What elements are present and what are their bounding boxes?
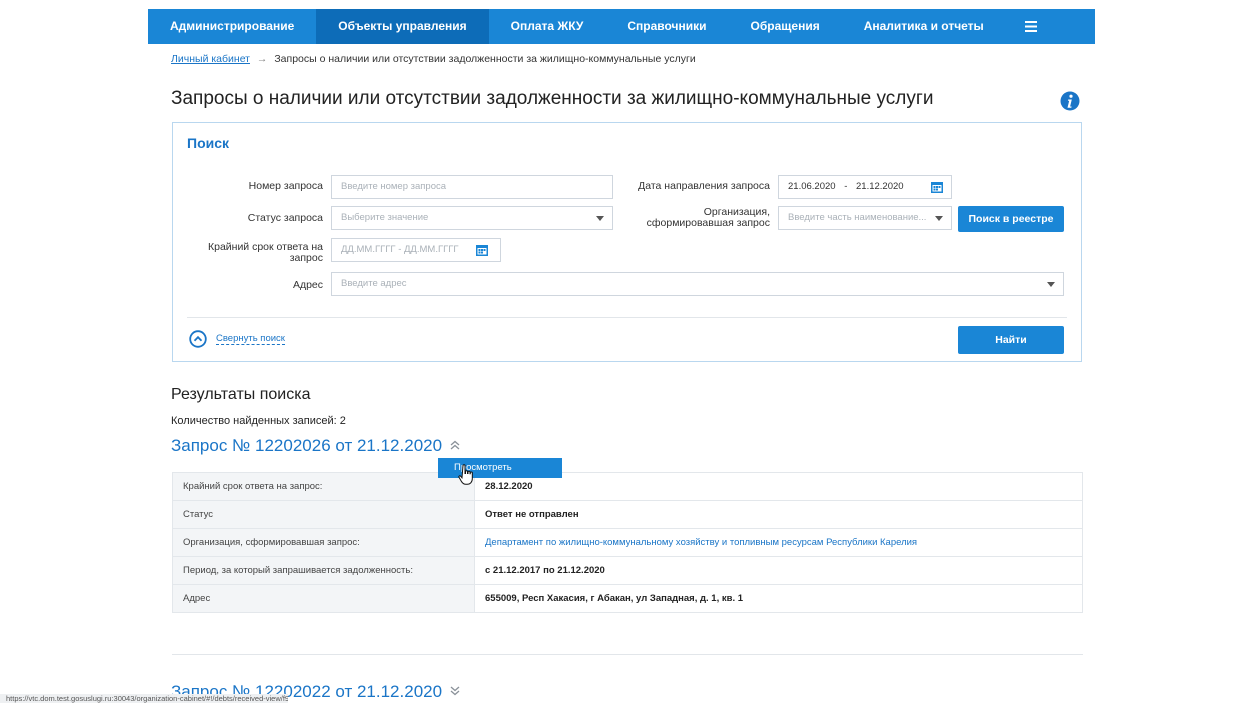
- address-placeholder: Введите адрес: [341, 278, 407, 289]
- detail-key: Период, за который запрашивается задолже…: [172, 556, 475, 585]
- table-row: Статус Ответ не отправлен: [172, 500, 1083, 529]
- search-panel-title: Поиск: [187, 135, 230, 151]
- status-placeholder: Выберите значение: [341, 212, 429, 223]
- organization-select[interactable]: Введите часть наименование...: [778, 206, 952, 230]
- nav-administration[interactable]: Администрирование: [148, 9, 316, 44]
- info-icon[interactable]: [1060, 91, 1080, 111]
- request-number-placeholder: Введите номер запроса: [341, 181, 447, 192]
- request-details-table: Крайний срок ответа на запрос: 28.12.202…: [172, 472, 1083, 613]
- breadcrumb-separator: →: [256, 53, 268, 65]
- table-row: Крайний срок ответа на запрос: 28.12.202…: [172, 472, 1083, 501]
- results-separator: [172, 654, 1083, 655]
- collapse-search-label: Свернуть поиск: [216, 333, 285, 345]
- hamburger-icon[interactable]: [1014, 21, 1048, 32]
- top-navigation: Администрирование Объекты управления Опл…: [0, 0, 1241, 46]
- deadline-label: Крайний срок ответа на запрос: [207, 241, 323, 264]
- date-to: 21.12.2020: [856, 181, 904, 192]
- request-number-input[interactable]: Введите номер запроса: [331, 175, 613, 199]
- collapse-search-toggle[interactable]: Свернуть поиск: [189, 330, 285, 348]
- status-label: Статус запроса: [247, 212, 323, 224]
- status-select[interactable]: Выберите значение: [331, 206, 613, 230]
- find-button[interactable]: Найти: [958, 326, 1064, 354]
- breadcrumb: Личный кабинет → Запросы о наличии или о…: [171, 53, 696, 65]
- results-count: Количество найденных записей: 2: [171, 415, 346, 427]
- detail-value: 28.12.2020: [474, 472, 1083, 501]
- address-input[interactable]: Введите адрес: [331, 272, 1064, 296]
- browser-status-url: https://vtc.dom.test.gosuslugi.ru:30043/…: [0, 694, 288, 703]
- nav-payment[interactable]: Оплата ЖКУ: [489, 9, 606, 44]
- detail-key: Организация, сформировавшая запрос:: [172, 528, 475, 557]
- detail-key: Крайний срок ответа на запрос:: [172, 472, 475, 501]
- table-row: Период, за который запрашивается задолже…: [172, 556, 1083, 585]
- double-chevron-down-icon[interactable]: [449, 685, 461, 697]
- chevron-down-icon: [596, 216, 604, 221]
- nav-directories[interactable]: Справочники: [605, 9, 728, 44]
- organization-label: Организация, сформировавшая запрос: [646, 206, 770, 229]
- detail-value: 655009, Респ Хакасия, г Абакан, ул Запад…: [474, 584, 1083, 613]
- detail-key: Статус: [172, 500, 475, 529]
- date-sep: -: [844, 181, 848, 192]
- detail-value: Ответ не отправлен: [474, 500, 1083, 529]
- detail-key: Адрес: [172, 584, 475, 613]
- table-row: Адрес 655009, Респ Хакасия, г Абакан, ул…: [172, 584, 1083, 613]
- calendar-icon[interactable]: [476, 244, 488, 256]
- results-title: Результаты поиска: [171, 386, 311, 403]
- request-date-range-input[interactable]: 21.06.2020 - 21.12.2020: [778, 175, 952, 199]
- nav-management-objects[interactable]: Объекты управления: [316, 9, 489, 44]
- detail-value: с 21.12.2017 по 21.12.2020: [474, 556, 1083, 585]
- page-title: Запросы о наличии или отсутствии задолже…: [171, 88, 934, 109]
- double-chevron-up-icon[interactable]: [449, 439, 461, 451]
- calendar-icon[interactable]: [931, 181, 943, 193]
- nav-analytics[interactable]: Аналитика и отчеты: [842, 9, 1006, 44]
- panel-divider: [187, 317, 1067, 318]
- chevron-down-icon: [1047, 282, 1055, 287]
- chevron-up-circle-icon: [189, 330, 207, 348]
- main-menu-bar: Администрирование Объекты управления Опл…: [148, 9, 1095, 44]
- request-number-label: Номер запроса: [248, 180, 323, 192]
- address-label: Адрес: [292, 279, 323, 291]
- request-title-link[interactable]: Запрос № 12202026 от 21.12.2020: [171, 436, 461, 456]
- search-panel: Поиск Номер запроса Введите номер запрос…: [172, 122, 1082, 362]
- table-row: Организация, сформировавшая запрос: Депа…: [172, 528, 1083, 557]
- organization-placeholder: Введите часть наименование...: [788, 212, 927, 223]
- view-menu-item[interactable]: Просмотреть: [438, 458, 562, 478]
- hand-cursor-icon: [458, 464, 474, 486]
- request-date-label: Дата направления запроса: [638, 180, 770, 192]
- breadcrumb-home-link[interactable]: Личный кабинет: [171, 53, 250, 65]
- breadcrumb-current: Запросы о наличии или отсутствии задолже…: [274, 53, 696, 65]
- request-title-text: Запрос № 12202026 от 21.12.2020: [171, 436, 443, 455]
- deadline-range-input[interactable]: ДД.ММ.ГГГГ - ДД.ММ.ГГГГ: [331, 238, 501, 262]
- registry-search-button[interactable]: Поиск в реестре: [958, 206, 1064, 232]
- nav-appeals[interactable]: Обращения: [729, 9, 842, 44]
- deadline-placeholder: ДД.ММ.ГГГГ - ДД.ММ.ГГГГ: [341, 244, 459, 255]
- chevron-down-icon: [935, 216, 943, 221]
- organization-link[interactable]: Департамент по жилищно-коммунальному хоз…: [474, 528, 1083, 557]
- date-from: 21.06.2020: [788, 181, 836, 192]
